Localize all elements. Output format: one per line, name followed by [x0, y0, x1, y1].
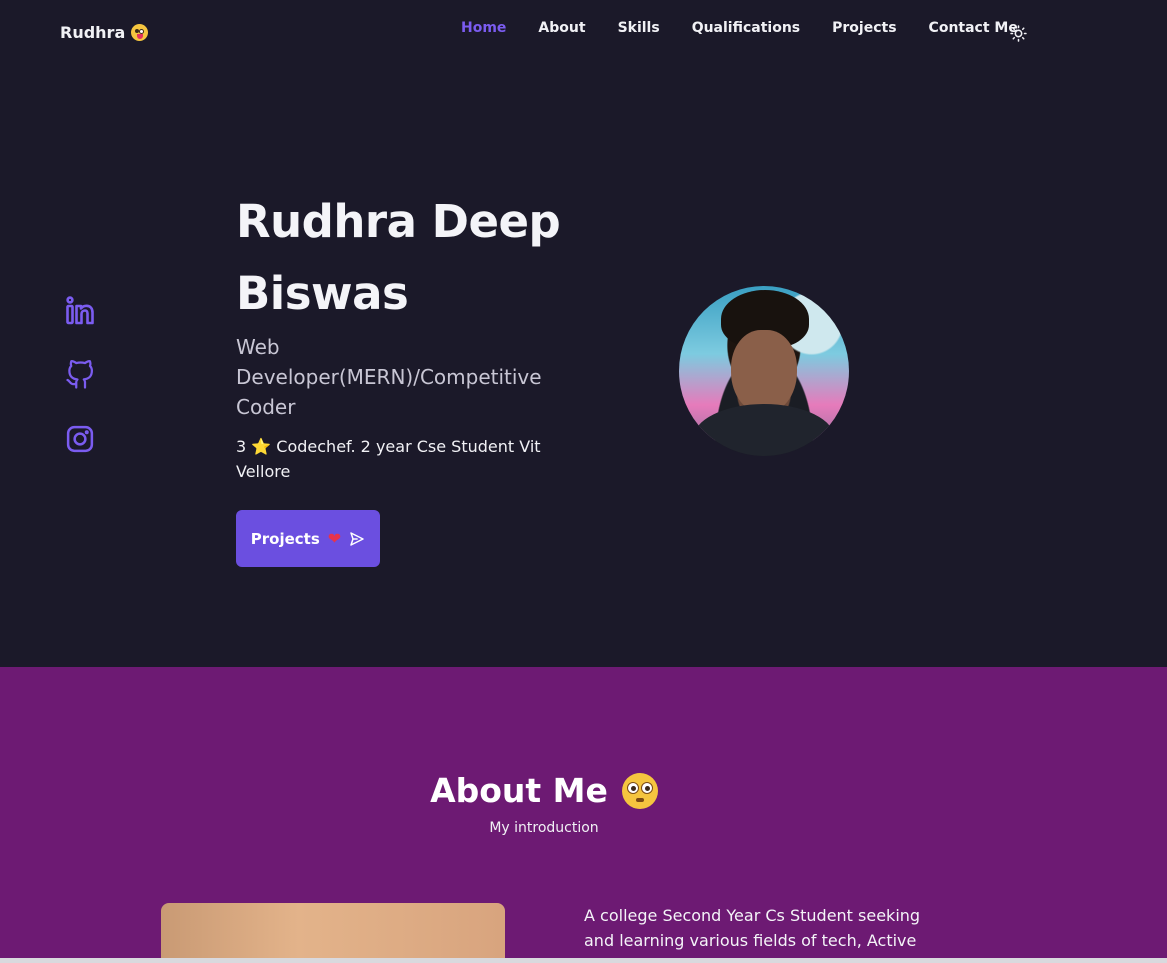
- codechef-stars: 3: [236, 437, 247, 456]
- hero-name-line1: Rudhra Deep: [236, 195, 561, 248]
- hero-role: Web Developer(MERN)/Competitive Coder: [236, 335, 542, 419]
- star-icon: ⭐: [251, 437, 272, 456]
- instagram-link[interactable]: [64, 422, 96, 456]
- send-icon: [350, 531, 364, 546]
- sun-icon: [1010, 25, 1027, 42]
- linkedin-link[interactable]: [64, 294, 96, 328]
- about-section: About Me My introduction A college Secon…: [0, 667, 1167, 963]
- hero-name-line2: Biswas: [236, 267, 409, 320]
- brand-logo[interactable]: Rudhra: [60, 23, 149, 42]
- profile-avatar: [679, 286, 849, 456]
- about-title-text: About Me: [430, 771, 608, 810]
- projects-button-label: Projects: [250, 529, 320, 548]
- github-link[interactable]: [64, 358, 96, 392]
- nav-link-about[interactable]: About: [538, 20, 585, 36]
- nav-links: Home About Skills Qualifications Project…: [461, 20, 1050, 36]
- linkedin-icon: [66, 296, 94, 325]
- about-title: About Me: [0, 771, 1088, 810]
- hero-name: Rudhra Deep Biswas: [236, 186, 576, 330]
- nav-link-skills[interactable]: Skills: [618, 20, 660, 36]
- heart-icon: ❤: [327, 529, 342, 548]
- social-links: [64, 294, 96, 456]
- nav-link-projects[interactable]: Projects: [832, 20, 896, 36]
- nav-link-home[interactable]: Home: [461, 20, 506, 36]
- hero-section: Rudhra Deep Biswas Web Developer(MERN)/C…: [236, 186, 576, 484]
- about-subtitle: My introduction: [489, 820, 599, 836]
- hero-description-text: Codechef. 2 year Cse Student Vit Vellore: [236, 437, 541, 481]
- flushed-face-icon: [621, 772, 658, 809]
- instagram-icon: [66, 425, 94, 453]
- navbar: Rudhra Home About Skills Qualifications …: [0, 0, 1167, 68]
- hero-description: 3 ⭐ Codechef. 2 year Cse Student Vit Vel…: [236, 434, 556, 484]
- about-image: [161, 903, 505, 963]
- about-description: A college Second Year Cs Student seeking…: [584, 906, 921, 950]
- projects-button[interactable]: Projects ❤: [236, 510, 380, 567]
- brand-name: Rudhra: [60, 23, 126, 42]
- nav-link-qualifications[interactable]: Qualifications: [692, 20, 800, 36]
- horizontal-scrollbar[interactable]: [0, 958, 1167, 963]
- github-icon: [66, 360, 93, 389]
- theme-toggle-button[interactable]: [1009, 24, 1028, 43]
- nav-link-contact[interactable]: Contact Me: [929, 20, 1018, 36]
- zany-face-icon: [131, 24, 149, 41]
